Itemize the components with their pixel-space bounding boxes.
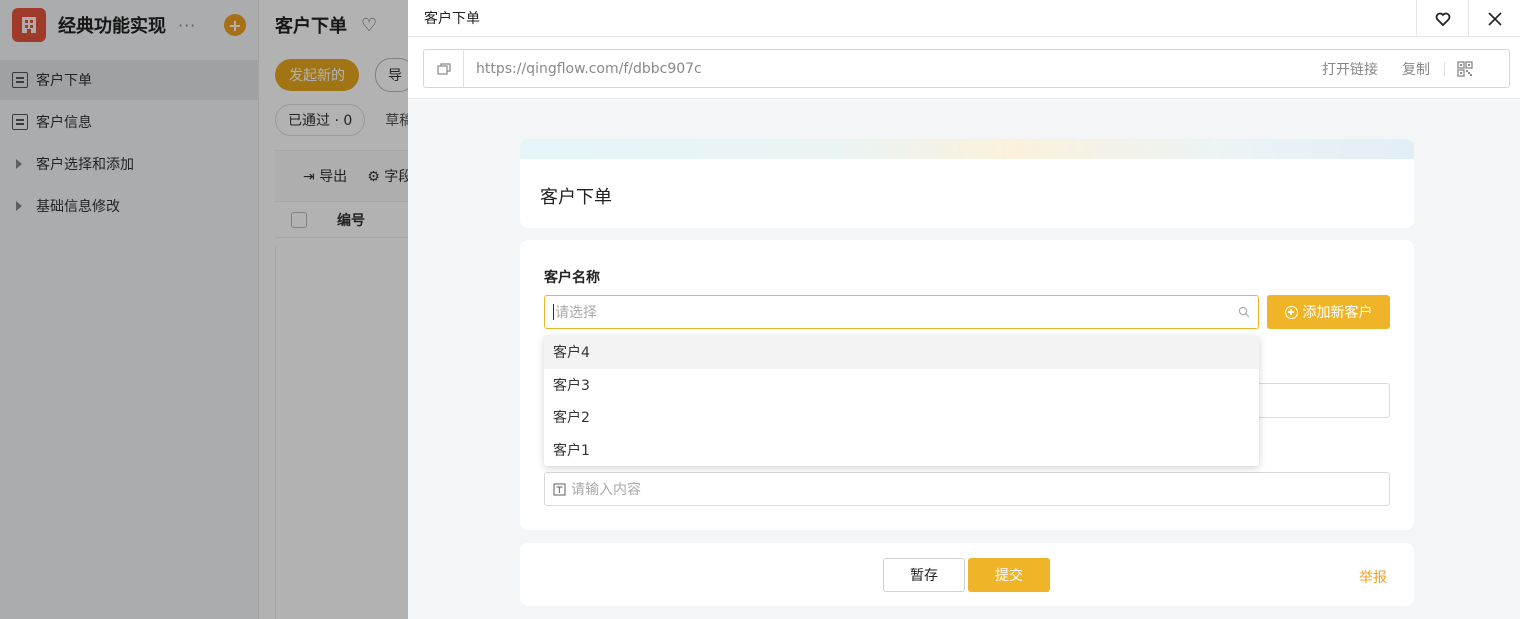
share-url[interactable]: https://qingflow.com/f/dbbc907c xyxy=(476,61,1322,77)
add-new-customer-button[interactable]: 添加新客户 xyxy=(1267,295,1390,329)
save-draft-button[interactable]: 暂存 xyxy=(883,558,965,592)
dropdown-option[interactable]: 客户2 xyxy=(544,401,1259,434)
copy-button[interactable]: 复制 xyxy=(1402,59,1430,79)
text-field-icon xyxy=(553,482,566,496)
dropdown-option[interactable]: 客户3 xyxy=(544,369,1259,402)
text-field-input[interactable]: 请输入内容 xyxy=(544,472,1390,506)
customer-dropdown: 客户4 客户3 客户2 客户1 xyxy=(544,336,1259,466)
open-link-button[interactable]: 打开链接 xyxy=(1322,59,1378,79)
share-link-box: https://qingflow.com/f/dbbc907c 打开链接 复制 xyxy=(423,49,1510,88)
add-new-customer-label: 添加新客户 xyxy=(1302,305,1373,321)
customer-name-select[interactable]: 请选择 xyxy=(544,295,1259,329)
search-icon xyxy=(1238,306,1250,318)
divider xyxy=(1444,61,1445,76)
share-link-bar: https://qingflow.com/f/dbbc907c 打开链接 复制 xyxy=(408,37,1520,99)
customer-select-placeholder: 请选择 xyxy=(555,305,597,321)
heart-icon[interactable] xyxy=(1416,0,1468,37)
dropdown-option[interactable]: 客户4 xyxy=(544,336,1259,369)
link-window-icon xyxy=(424,50,464,87)
text-field-placeholder: 请输入内容 xyxy=(571,482,641,498)
title-banner xyxy=(520,139,1414,159)
report-link[interactable]: 举报 xyxy=(1359,567,1387,587)
form-title: 客户下单 xyxy=(540,187,612,208)
drawer-header: 客户下单 xyxy=(408,0,1520,37)
dropdown-option[interactable]: 客户1 xyxy=(544,434,1259,467)
plus-circle-icon xyxy=(1284,305,1298,319)
customer-name-label: 客户名称 xyxy=(544,270,600,286)
form-area: 客户下单 客户名称 请选择 添加新客户 请输入内容 客户4 客户3 客户2 客户… xyxy=(520,139,1414,606)
form-drawer: 客户下单 https://qingflow.com/f/dbbc907c 打开链… xyxy=(408,0,1520,619)
submit-button[interactable]: 提交 xyxy=(968,558,1050,592)
qrcode-icon[interactable] xyxy=(1457,60,1473,77)
drawer-title: 客户下单 xyxy=(424,11,480,27)
drawer-actions xyxy=(1416,0,1520,37)
close-icon[interactable] xyxy=(1468,0,1520,37)
form-title-card: 客户下单 xyxy=(520,139,1414,228)
form-footer: 暂存 提交 举报 xyxy=(520,543,1414,606)
form-fields-card: 客户名称 请选择 添加新客户 请输入内容 客户4 客户3 客户2 客户1 xyxy=(520,240,1414,530)
text-cursor xyxy=(553,304,554,320)
